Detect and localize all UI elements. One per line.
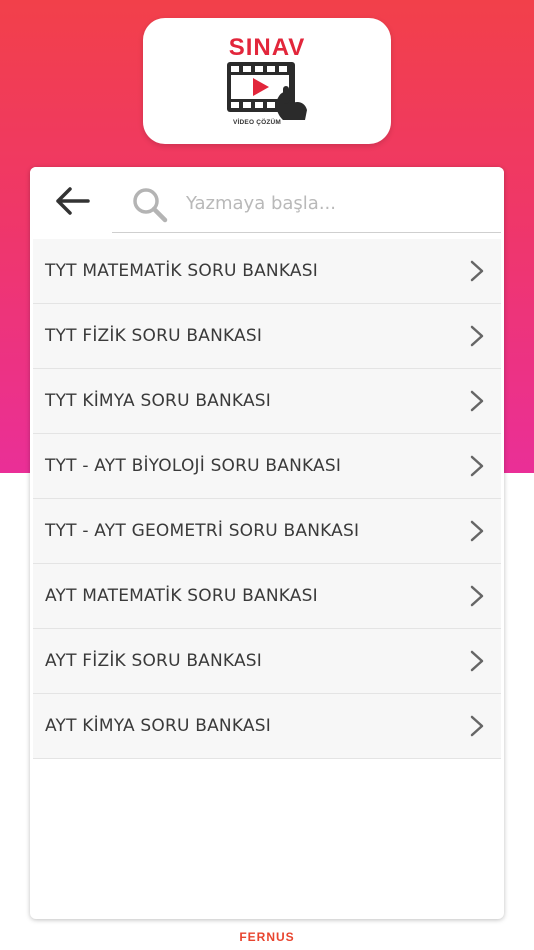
list-item-label: TYT - AYT GEOMETRİ SORU BANKASI: [45, 521, 360, 541]
list-item[interactable]: AYT KİMYA SORU BANKASI: [33, 694, 501, 759]
list-item-label: AYT FİZİK SORU BANKASI: [45, 651, 263, 671]
chevron-right-icon: [469, 519, 485, 543]
chevron-right-icon: [469, 714, 485, 738]
list-item-label: TYT MATEMATİK SORU BANKASI: [45, 261, 318, 281]
list-item[interactable]: TYT - AYT BİYOLOJİ SORU BANKASI: [33, 434, 501, 499]
search-bar: [30, 167, 504, 239]
logo-title: SINAV: [228, 34, 306, 61]
list-item-label: AYT KİMYA SORU BANKASI: [45, 716, 271, 736]
search-field[interactable]: [112, 177, 501, 233]
list-item[interactable]: TYT FİZİK SORU BANKASI: [33, 304, 501, 369]
chevron-right-icon: [469, 324, 485, 348]
list-item-label: AYT MATEMATİK SORU BANKASI: [45, 586, 318, 606]
chevron-right-icon: [469, 454, 485, 478]
chevron-right-icon: [469, 389, 485, 413]
logo-subtitle: VİDEO ÇÖZÜM: [232, 119, 282, 126]
list-item-label: TYT FİZİK SORU BANKASI: [45, 326, 263, 346]
chevron-right-icon: [469, 649, 485, 673]
list-item-label: TYT KİMYA SORU BANKASI: [45, 391, 272, 411]
list-item[interactable]: AYT MATEMATİK SORU BANKASI: [33, 564, 501, 629]
video-play-hand-icon: [227, 62, 307, 120]
search-icon: [133, 188, 168, 223]
list-item[interactable]: TYT - AYT GEOMETRİ SORU BANKASI: [33, 499, 501, 564]
book-list-panel: TYT MATEMATİK SORU BANKASI TYT FİZİK SOR…: [30, 167, 504, 919]
chevron-right-icon: [469, 584, 485, 608]
list-item-label: TYT - AYT BİYOLOJİ SORU BANKASI: [45, 456, 342, 476]
list-item[interactable]: TYT KİMYA SORU BANKASI: [33, 369, 501, 434]
footer-brand: FERNUS: [239, 930, 295, 944]
back-button[interactable]: [50, 181, 94, 221]
list-item[interactable]: AYT FİZİK SORU BANKASI: [33, 629, 501, 694]
app-logo: SINAV VİDEO ÇÖZÜM: [143, 18, 391, 144]
arrow-left-icon: [56, 187, 90, 215]
list-item[interactable]: TYT MATEMATİK SORU BANKASI: [33, 239, 501, 304]
book-list: TYT MATEMATİK SORU BANKASI TYT FİZİK SOR…: [33, 239, 501, 759]
chevron-right-icon: [469, 259, 485, 283]
search-input[interactable]: [186, 187, 486, 219]
